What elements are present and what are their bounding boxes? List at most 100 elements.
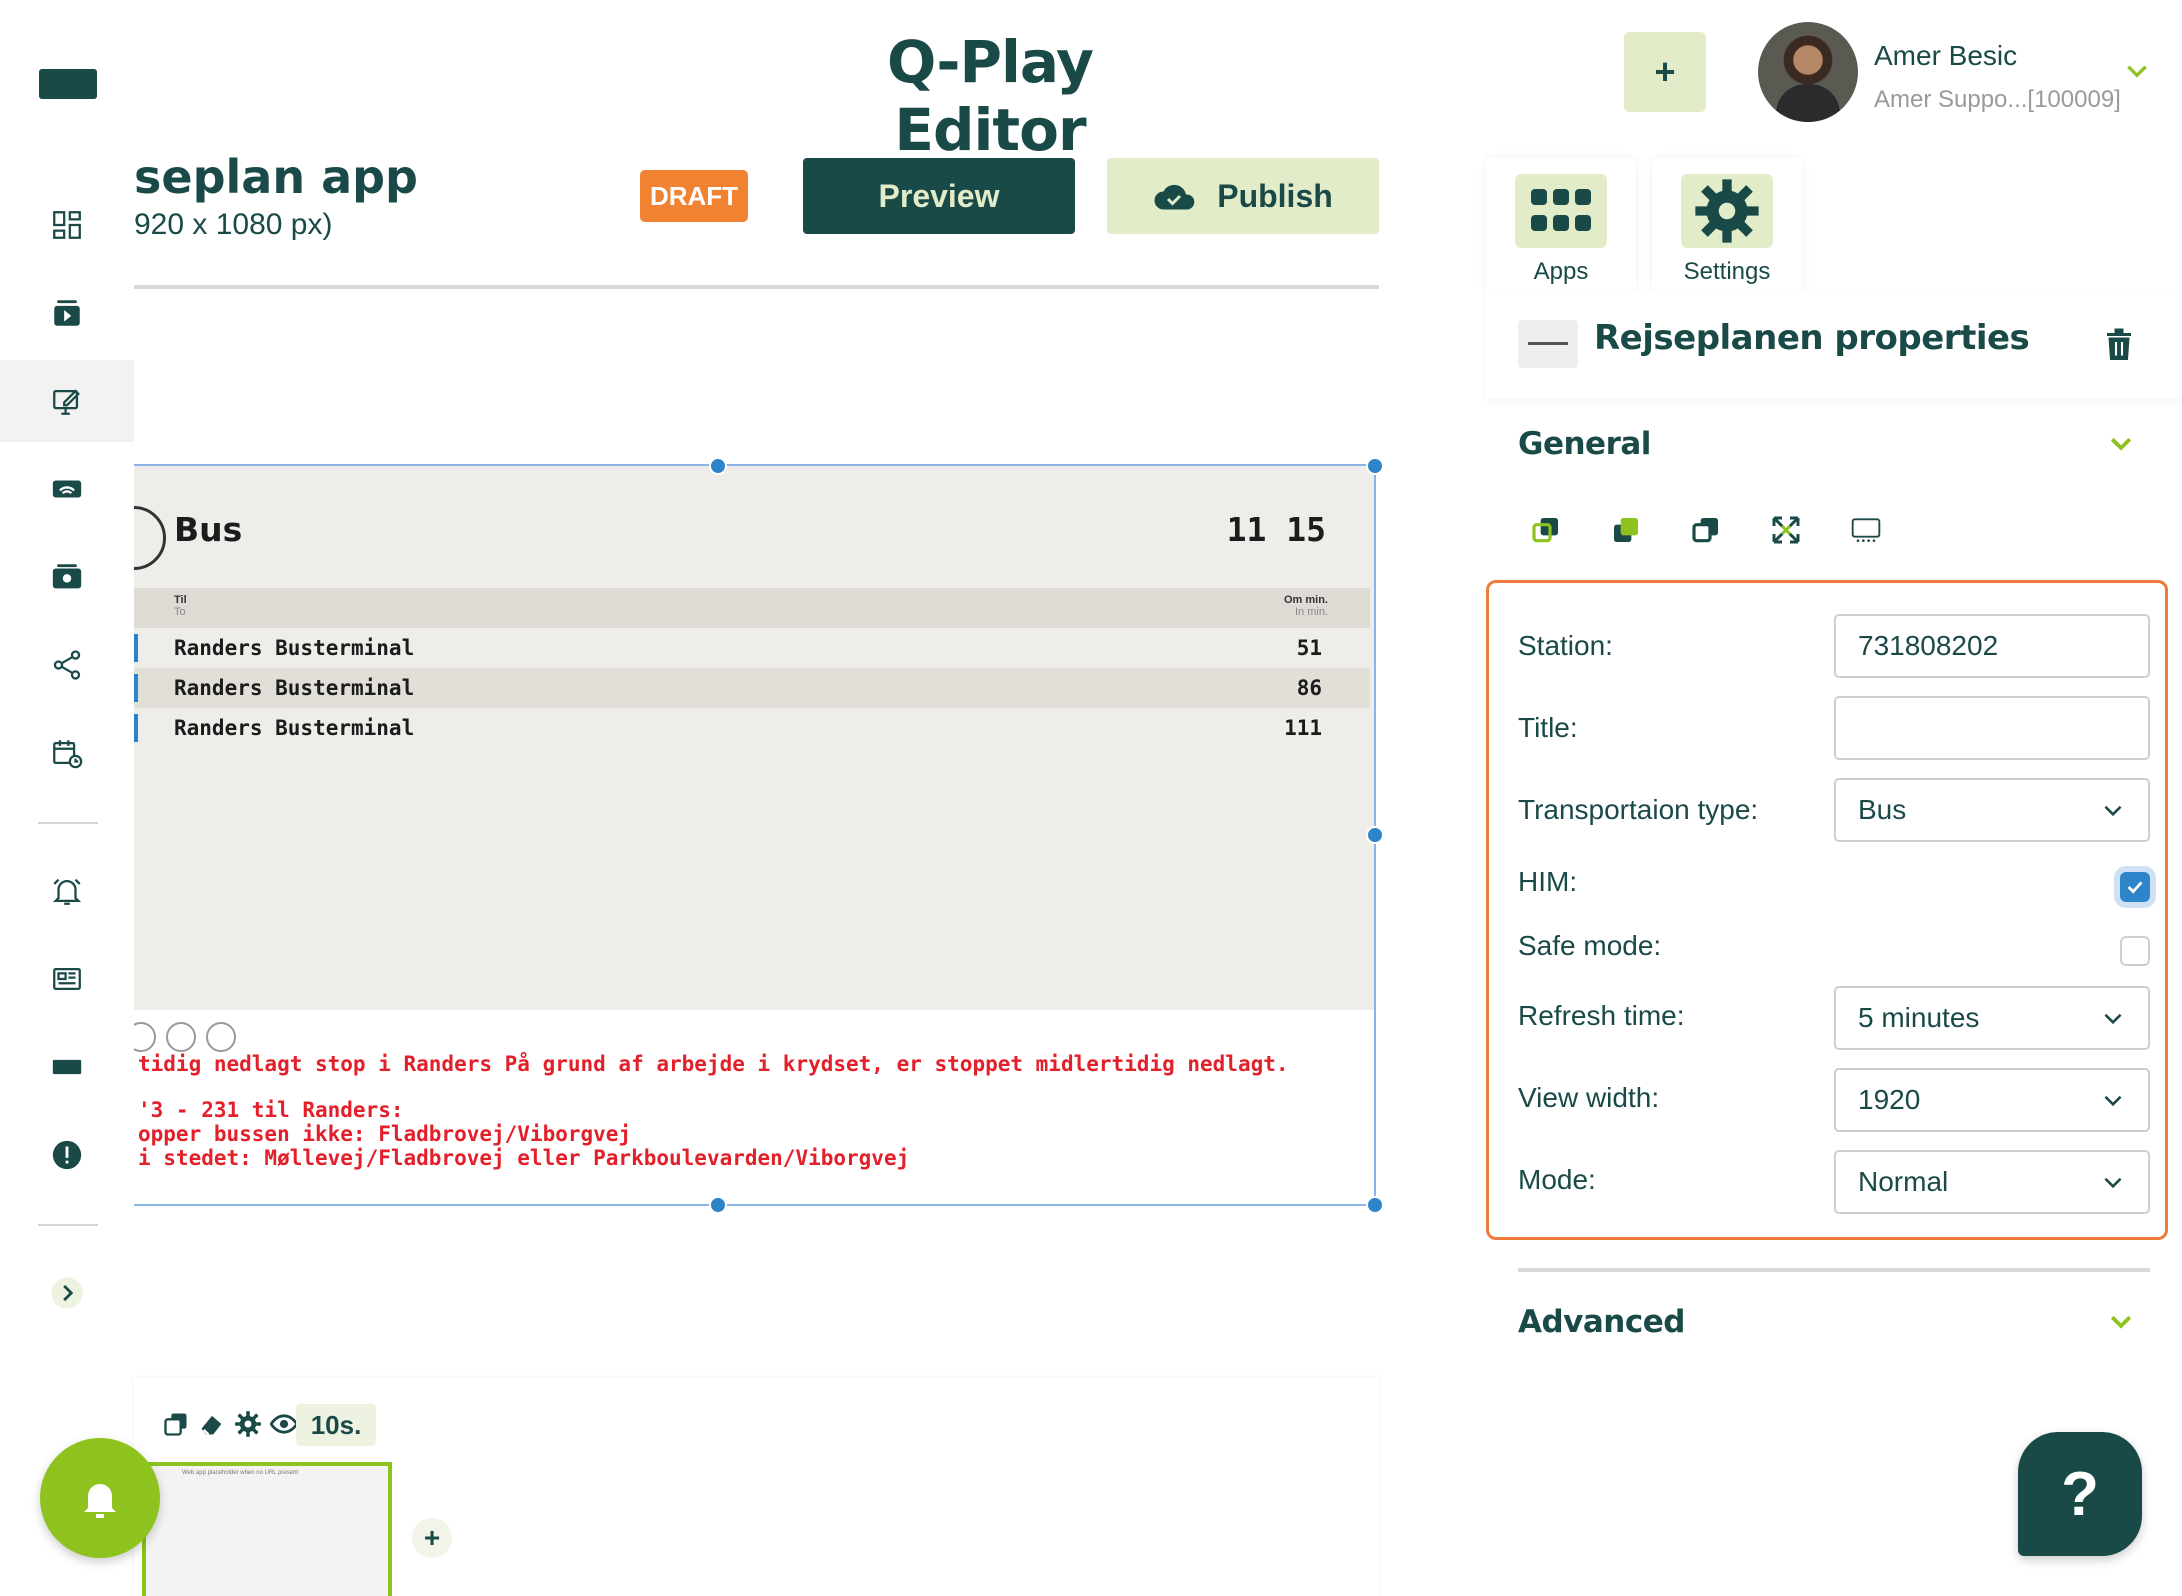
tab-settings[interactable]: Settings [1652, 158, 1802, 292]
chevron-down-icon [2104, 1177, 2122, 1189]
resize-handle[interactable] [1366, 826, 1384, 844]
chevron-down-icon[interactable] [2106, 428, 2136, 458]
chevron-down-icon [2104, 805, 2122, 817]
logo[interactable] [39, 69, 97, 99]
resize-handle[interactable] [709, 1196, 727, 1214]
title-label: Title: [1518, 712, 1578, 743]
slide-duration[interactable]: 10s. [296, 1404, 376, 1446]
alert-icon[interactable] [0, 1114, 134, 1196]
dashboard-icon[interactable] [0, 184, 134, 266]
mode-select[interactable]: Normal [1834, 1150, 2150, 1214]
properties-form [1486, 580, 2168, 1240]
view-width-select[interactable]: 1920 [1834, 1068, 2150, 1132]
schedule-icon[interactable] [0, 712, 134, 794]
preview-button[interactable]: Preview [803, 158, 1075, 234]
column-to: Til To [174, 594, 187, 618]
refresh-time-label: Refresh time: [1518, 1000, 1685, 1031]
tab-apps[interactable]: Apps [1486, 158, 1636, 292]
layer-toolbar [1530, 514, 1882, 546]
cloud-check-icon [1154, 184, 1195, 210]
properties-title: Rejseplanen properties [1594, 318, 2030, 358]
table-row: Randers Busterminal 111 [134, 708, 1370, 748]
gear-icon[interactable] [234, 1410, 262, 1438]
duplicate-icon[interactable] [162, 1410, 190, 1438]
chevron-down-icon [2104, 1013, 2122, 1025]
eraser-icon[interactable] [198, 1410, 226, 1438]
add-button[interactable]: + [1624, 32, 1706, 112]
publish-button[interactable]: Publish [1107, 158, 1379, 234]
resize-handle[interactable] [1366, 457, 1384, 475]
alert-message: tidig nedlagt stop i Randers På grund af… [138, 1052, 1289, 1076]
table-row: Randers Busterminal 51 [134, 628, 1370, 668]
display-icon[interactable] [0, 1026, 134, 1108]
send-backward-icon[interactable] [1690, 514, 1722, 546]
tab-label: Settings [1683, 258, 1771, 285]
canvas-preview[interactable]: Bus 11 15 Til To Om min. In min. Randers B… [134, 464, 1376, 1206]
refresh-time-select[interactable]: 5 minutes [1834, 986, 2150, 1050]
clock: 11 15 [1226, 510, 1326, 549]
mode-label: Mode: [1518, 1164, 1596, 1195]
bell-icon [84, 1484, 116, 1518]
divider [1518, 1268, 2150, 1272]
advanced-section-title[interactable]: Advanced [1518, 1304, 1685, 1340]
status-badge: DRAFT [640, 170, 748, 222]
expand-sidebar-icon[interactable] [0, 1252, 134, 1334]
bus-icon [134, 506, 166, 570]
chevron-down-icon [2104, 1095, 2122, 1107]
timeline-slide-thumbnail[interactable]: Web app placeholder when no URL present [142, 1462, 392, 1596]
alert-message: i stedet: Møllevej/Fladbrovej eller Park… [138, 1146, 910, 1170]
alert-message: '3 - 231 til Randers: [138, 1098, 404, 1122]
fullscreen-icon[interactable] [1770, 514, 1802, 546]
transport-type-label: Transportaion type: [1518, 794, 1759, 825]
content-icon[interactable] [0, 536, 134, 618]
bring-to-front-icon[interactable] [1530, 514, 1562, 546]
station-label: Station: [1518, 630, 1613, 661]
table-row: Randers Busterminal 86 [134, 668, 1370, 708]
divider [134, 285, 1379, 289]
editor-icon[interactable] [0, 360, 134, 442]
app-title: Q-Play Editor [886, 28, 1094, 164]
editor-root: Q-Play Editor + Amer Besic Amer Suppo...… [0, 0, 2182, 1596]
station-input[interactable]: 731808202 [1834, 614, 2150, 678]
help-button[interactable]: ? [2018, 1432, 2142, 1556]
transport-type-select[interactable]: Bus [1834, 778, 2150, 842]
table-header: Til To Om min. In min. [134, 588, 1370, 628]
app-thumbnail [1518, 320, 1578, 368]
column-minutes: Om min. In min. [1283, 594, 1328, 618]
media-library-icon[interactable] [0, 272, 134, 354]
news-icon[interactable] [0, 938, 134, 1020]
notifications-button[interactable] [40, 1438, 160, 1558]
apps-grid-icon [1515, 174, 1607, 248]
departure-board: Bus 11 15 Til To Om min. In min. Randers B… [134, 466, 1374, 1010]
bring-forward-icon[interactable] [1610, 514, 1642, 546]
him-checkbox[interactable] [2120, 872, 2150, 902]
add-slide-button[interactable]: + [412, 1518, 452, 1558]
title-input[interactable] [1834, 696, 2150, 760]
page-resolution: 920 x 1080 px) [134, 208, 333, 241]
general-section-title[interactable]: General [1518, 426, 1651, 462]
timeline-toolbar [162, 1410, 298, 1438]
safe-mode-checkbox[interactable] [2120, 936, 2150, 966]
sidebar-divider [38, 1224, 98, 1226]
sidebar-divider [38, 822, 98, 824]
operator-logos [134, 1022, 236, 1052]
alarm-icon[interactable] [0, 850, 134, 932]
eye-icon[interactable] [270, 1410, 298, 1438]
user-name[interactable]: Amer Besic [1874, 40, 2017, 72]
user-organization[interactable]: Amer Suppo...[100009] [1874, 86, 2121, 114]
him-label: HIM: [1518, 866, 1578, 897]
resize-handle[interactable] [1366, 1196, 1384, 1214]
chevron-down-icon[interactable] [2124, 58, 2150, 84]
trash-icon[interactable] [2104, 328, 2134, 362]
screens-icon[interactable] [0, 448, 134, 530]
transport-label: Bus [174, 510, 243, 549]
chevron-down-icon[interactable] [2106, 1306, 2136, 1336]
resize-handle[interactable] [709, 457, 727, 475]
publish-label: Publish [1217, 177, 1333, 214]
alert-message: opper bussen ikke: Fladbrovej/Viborgvej [138, 1122, 632, 1146]
view-width-label: View width: [1518, 1082, 1660, 1113]
check-icon [2127, 881, 2143, 894]
share-icon[interactable] [0, 624, 134, 706]
screen-fit-icon[interactable] [1850, 514, 1882, 546]
avatar[interactable] [1758, 22, 1858, 122]
